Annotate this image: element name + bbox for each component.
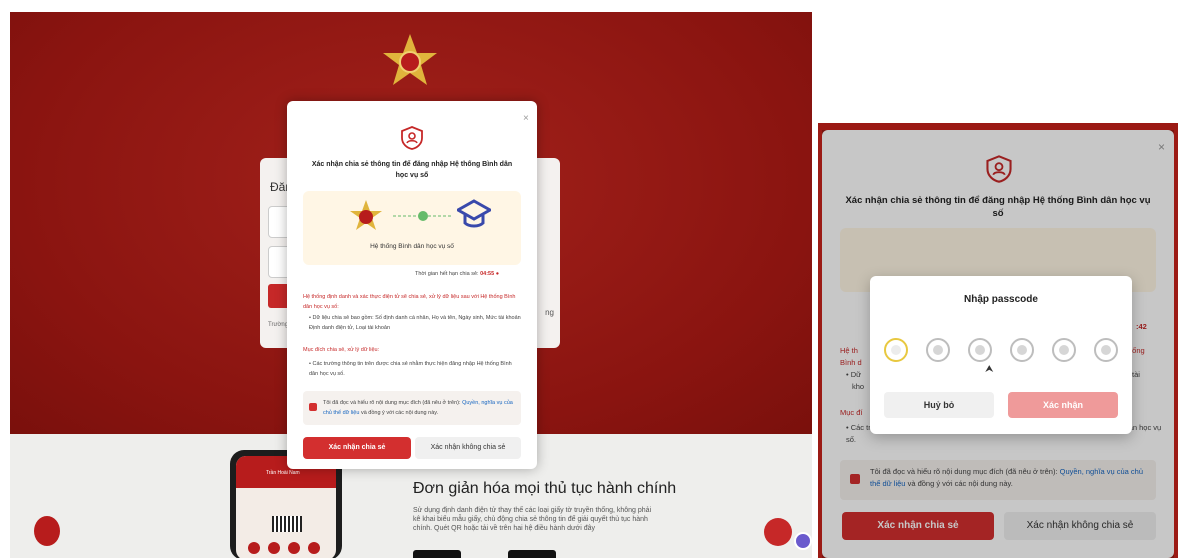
app-shortcut-icon (308, 542, 320, 554)
purpose-heading: Mục đích chia sẻ, xử lý dữ liệu: (303, 347, 380, 353)
passcode-digit[interactable] (1094, 338, 1118, 362)
phone-user-name: Trần Hoài Nam (266, 470, 300, 476)
passcode-digit[interactable] (926, 338, 950, 362)
qr-code-icon (272, 516, 302, 532)
passcode-title: Nhập passcode (964, 294, 1038, 305)
consent-dialog: × Xác nhận chia sẻ thông tin để đăng nhậ… (287, 101, 537, 469)
purpose-item: • Các trường thông tin trên được chia sẻ… (309, 361, 512, 377)
agree-checkbox[interactable] (309, 403, 317, 411)
app-shortcut-icon (288, 542, 300, 554)
share-data-item: • Dữ liệu chia sẻ bao gồm: Số định danh … (309, 315, 521, 331)
purpose-text: Các trường thông tin trên được chia sẻ n… (309, 361, 512, 377)
passcode-digit[interactable] (968, 338, 992, 362)
share-data-heading: Hệ thống định danh và xác thực điện tử s… (303, 294, 516, 310)
expiry-label: Thời gian hết hạn chia sẻ: (415, 271, 479, 277)
identity-emblem-icon (350, 200, 382, 230)
chat-button[interactable] (764, 518, 792, 546)
passcode-digit[interactable] (1010, 338, 1034, 362)
confirm-share-button[interactable]: Xác nhận chia sẻ (303, 437, 411, 459)
passcode-modal: Nhập passcode ⮝ Huỷ bỏ Xác nhận (870, 276, 1132, 434)
mouse-cursor-icon: ⮝ (985, 364, 994, 375)
dialog-title: Xác nhận chia sẻ thông tin để đăng nhập … (311, 161, 513, 179)
agreement-text: Tôi đã đọc và hiểu rõ nội dung mục đích … (323, 398, 513, 418)
passcode-confirm-button[interactable]: Xác nhận (1008, 392, 1118, 418)
timer-icon: ● (495, 271, 500, 277)
google-play-badge[interactable] (508, 550, 556, 558)
promo-title: Đơn giản hóa mọi thủ tục hành chính (413, 480, 677, 497)
cancel-button[interactable]: Huỷ bỏ (884, 392, 994, 418)
assistant-icon[interactable] (794, 532, 812, 550)
share-arrow-icon (393, 211, 453, 221)
agreement-prefix: Tôi đã đọc và hiểu rõ nội dung mục đích … (323, 400, 461, 406)
star-emblem-icon (383, 34, 437, 85)
agreement-box: Tôi đã đọc và hiểu rõ nội dung mục đích … (303, 391, 521, 425)
passcode-digit[interactable] (884, 338, 908, 362)
agreement-suffix: và đồng ý với các nội dung này. (360, 410, 439, 416)
login-side-text: ng (545, 308, 554, 317)
graduation-cap-icon (457, 199, 491, 228)
close-icon[interactable]: × (523, 113, 529, 124)
shield-user-icon (401, 126, 423, 150)
expiry-timer: Thời gian hết hạn chia sẻ: 04:55 ● (415, 271, 499, 277)
share-data-text: Dữ liệu chia sẻ bao gồm: Số định danh cá… (309, 315, 521, 331)
right-screen: × Xác nhận chia sẻ thông tin để đăng nhậ… (818, 123, 1178, 558)
site-logo-icon (34, 516, 60, 546)
app-shortcut-icon (248, 542, 260, 554)
passcode-digit[interactable] (1052, 338, 1076, 362)
consent-dialog-zoomed: × Xác nhận chia sẻ thông tin để đăng nhậ… (822, 130, 1174, 558)
phone-screen: Trần Hoài Nam (236, 456, 336, 558)
login-footer-text: Trường (268, 322, 289, 328)
app-shortcut-icon (268, 542, 280, 554)
app-store-badge[interactable] (413, 550, 461, 558)
promo-description: Sử dụng định danh điện tử thay thế các l… (413, 507, 652, 532)
expiry-countdown: 04:55 (480, 271, 495, 277)
share-flow-panel: Hệ thống Bình dân học vụ số (303, 191, 521, 265)
system-name: Hệ thống Bình dân học vụ số (370, 243, 454, 250)
decline-share-button[interactable]: Xác nhận không chia sẻ (415, 437, 521, 459)
